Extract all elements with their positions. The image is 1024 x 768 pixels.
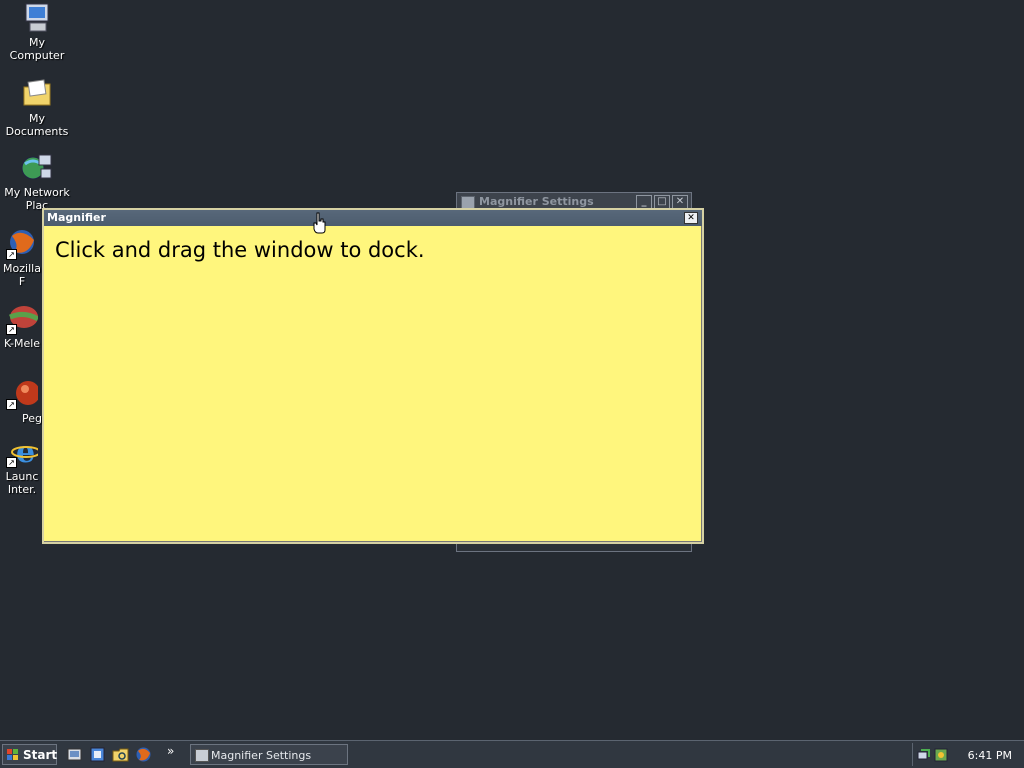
taskbar-button-magnifier-settings[interactable]: Magnifier Settings: [190, 744, 348, 765]
shortcut-arrow-icon: ↗: [6, 457, 17, 468]
magnifier-tray-icon[interactable]: [934, 747, 948, 762]
system-tray: 6:41 PM: [912, 743, 1024, 766]
internet-explorer-icon: e ↗: [6, 436, 41, 470]
magnifier-title-bar[interactable]: Magnifier ✕: [44, 210, 702, 226]
k-meleon-icon: ↗: [6, 303, 40, 335]
svg-text:e: e: [16, 436, 35, 468]
show-desktop-icon[interactable]: [66, 746, 83, 763]
quick-launch-chevron[interactable]: »: [167, 744, 174, 758]
desktop-icon-mozilla-firefox[interactable]: ↗ Mozilla F: [0, 228, 44, 288]
desktop-icon-label: My Documents: [5, 112, 69, 138]
network-globe-icon: [21, 152, 53, 184]
magnifier-window-title: Magnifier: [47, 211, 106, 224]
desktop-icon-pegasus[interactable]: ↗ Peg: [0, 378, 44, 425]
taskbar: Start » Magnifier Settings 6:41 PM: [0, 740, 1024, 768]
windows-flag-icon: [7, 749, 19, 761]
magnifier-dock-message: Click and drag the window to dock.: [55, 238, 425, 262]
hand-cursor-icon: [313, 212, 326, 234]
magnifier-close-button[interactable]: ✕: [684, 212, 698, 224]
windows-explorer-icon[interactable]: [112, 746, 129, 763]
magnifier-window[interactable]: Magnifier ✕ Click and drag the window to…: [42, 208, 704, 544]
desktop-icon-label: My Computer: [9, 36, 65, 62]
desktop: My Computer My Documents My Network Plac…: [0, 0, 1024, 740]
start-button[interactable]: Start: [2, 744, 57, 765]
computer-icon: [21, 2, 53, 34]
desktop-icon-label: Launc Inter.: [5, 470, 39, 496]
shortcut-arrow-icon: ↗: [6, 249, 17, 260]
desktop-icon-my-network-places[interactable]: My Network Plac: [0, 152, 74, 212]
magnifier-app-icon: [195, 749, 209, 762]
desktop-icon-my-computer[interactable]: My Computer: [0, 2, 74, 62]
network-tray-icon[interactable]: [917, 747, 931, 761]
desktop-icon-k-meleon[interactable]: ↗ K-Mele: [0, 303, 44, 350]
desktop-icon-label: K-Mele: [3, 337, 41, 350]
start-label: Start: [23, 748, 58, 762]
firefox-icon: ↗: [6, 228, 38, 260]
desktop-icon-label: Peg: [22, 412, 42, 425]
taskbar-button-label: Magnifier Settings: [211, 749, 312, 762]
close-button[interactable]: ✕: [672, 195, 688, 209]
maximize-button[interactable]: □: [654, 195, 670, 209]
desktop-icon-launch-internet-explorer[interactable]: e ↗ Launc Inter.: [0, 436, 44, 496]
shortcut-arrow-icon: ↗: [6, 399, 17, 410]
quick-launch-app-icon[interactable]: [89, 746, 106, 763]
desktop-icon-label: Mozilla F: [3, 262, 41, 288]
minimize-button[interactable]: _: [636, 195, 652, 209]
documents-folder-icon: [21, 78, 53, 110]
settings-window-title: Magnifier Settings: [479, 195, 594, 208]
shortcut-arrow-icon: ↗: [6, 324, 17, 335]
clock[interactable]: 6:41 PM: [968, 749, 1012, 762]
quick-launch: [66, 746, 152, 763]
firefox-quick-launch-icon[interactable]: [135, 746, 152, 763]
pegasus-icon: ↗: [6, 378, 40, 410]
desktop-icon-my-documents[interactable]: My Documents: [0, 78, 74, 138]
